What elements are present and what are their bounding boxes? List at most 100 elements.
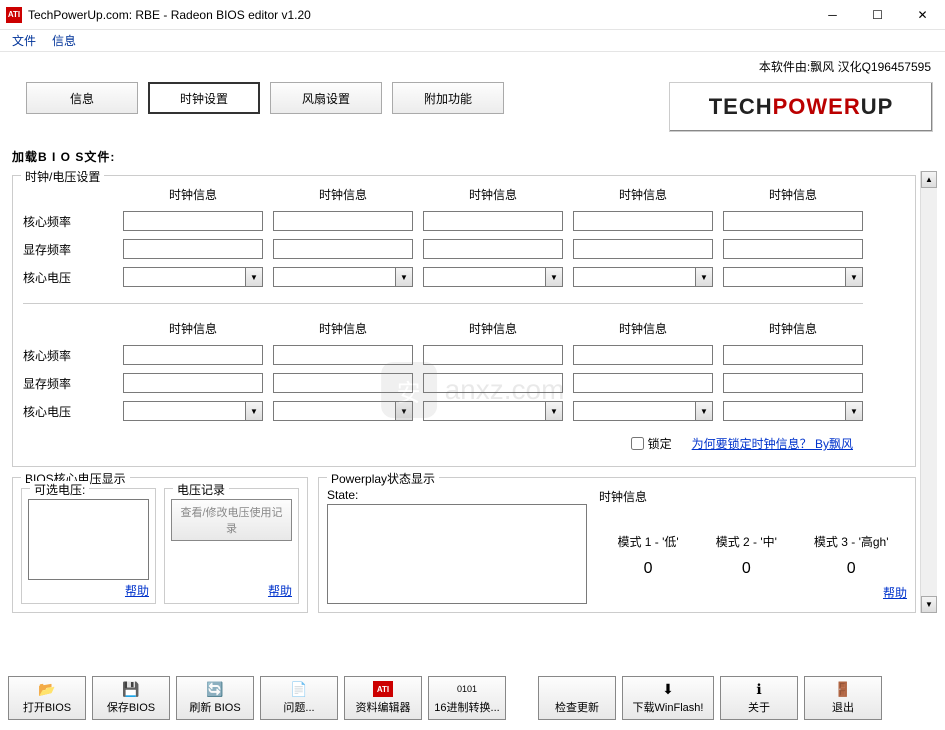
core-input-2[interactable] [273, 211, 413, 231]
row-core-2: 核心频率 [23, 347, 113, 364]
pp-mode2-label: 模式 2 - '中' [716, 533, 777, 550]
binary-icon: 0101 [459, 681, 475, 697]
about-button[interactable]: ℹ关于 [720, 676, 798, 720]
voltage-record-button[interactable]: 查看/修改电压使用记录 [171, 499, 292, 541]
menu-file[interactable]: 文件 [4, 30, 44, 51]
tab-info[interactable]: 信息 [26, 82, 138, 114]
credit-text: 本软件由:飘风 汉化Q196457595 [759, 58, 931, 75]
volt-combo-6[interactable] [123, 401, 246, 421]
chevron-down-icon[interactable]: ▼ [246, 267, 263, 287]
mem-input-5[interactable] [723, 239, 863, 259]
lock-checkbox[interactable]: 锁定 [631, 435, 672, 452]
chevron-down-icon[interactable]: ▼ [546, 267, 563, 287]
folder-open-icon: 📂 [39, 681, 55, 697]
core-input-4[interactable] [573, 211, 713, 231]
maximize-button[interactable]: ☐ [855, 0, 900, 30]
download-winflash-button[interactable]: ⬇下载WinFlash! [622, 676, 714, 720]
save-bios-button[interactable]: 💾保存BIOS [92, 676, 170, 720]
volt-combo-4[interactable] [573, 267, 696, 287]
mem-input-7[interactable] [273, 373, 413, 393]
volt-help-1[interactable]: 帮助 [28, 582, 149, 599]
volt-combo-3[interactable] [423, 267, 546, 287]
flash-bios-button[interactable]: 🔄刷新 BIOS [176, 676, 254, 720]
chevron-down-icon[interactable]: ▼ [696, 267, 713, 287]
download-icon: ⬇ [660, 681, 676, 697]
col-head-3: 时钟信息 [423, 186, 563, 203]
row-mem-2: 显存频率 [23, 375, 113, 392]
chevron-down-icon[interactable]: ▼ [846, 267, 863, 287]
col-head-10: 时钟信息 [723, 320, 863, 337]
clock-group-title: 时钟/电压设置 [21, 168, 104, 185]
core-input-10[interactable] [723, 345, 863, 365]
tab-extra[interactable]: 附加功能 [392, 82, 504, 114]
mem-input-6[interactable] [123, 373, 263, 393]
pp-group-title: Powerplay状态显示 [327, 470, 439, 487]
mem-input-1[interactable] [123, 239, 263, 259]
issue-button[interactable]: 📄问题... [260, 676, 338, 720]
tab-clock[interactable]: 时钟设置 [148, 82, 260, 114]
titlebar: ATI TechPowerUp.com: RBE - Radeon BIOS e… [0, 0, 945, 30]
core-input-5[interactable] [723, 211, 863, 231]
chevron-down-icon[interactable]: ▼ [696, 401, 713, 421]
scroll-up-icon[interactable]: ▲ [921, 171, 937, 188]
mem-input-8[interactable] [423, 373, 563, 393]
chevron-down-icon[interactable]: ▼ [396, 267, 413, 287]
core-input-6[interactable] [123, 345, 263, 365]
hex-convert-button[interactable]: 010116进制转换... [428, 676, 506, 720]
menu-info[interactable]: 信息 [44, 30, 84, 51]
chevron-down-icon[interactable]: ▼ [546, 401, 563, 421]
volt-combo-2[interactable] [273, 267, 396, 287]
chevron-down-icon[interactable]: ▼ [246, 401, 263, 421]
volt-combo-8[interactable] [423, 401, 546, 421]
mem-input-3[interactable] [423, 239, 563, 259]
pp-help[interactable]: 帮助 [599, 584, 907, 601]
vertical-scrollbar[interactable]: ▲ ▼ [920, 171, 937, 613]
volt-combo-1[interactable] [123, 267, 246, 287]
volt-combo-5[interactable] [723, 267, 846, 287]
file-label: 加载B I O S文件: [12, 148, 937, 165]
logo-up: UP [861, 94, 894, 119]
pp-state-label: State: [327, 488, 587, 502]
exit-button[interactable]: 🚪退出 [804, 676, 882, 720]
volt-combo-7[interactable] [273, 401, 396, 421]
data-editor-button[interactable]: ATI资料编辑器 [344, 676, 422, 720]
volt-combo-10[interactable] [723, 401, 846, 421]
pp-mode1-value: 0 [617, 560, 678, 578]
clock-voltage-group: 时钟/电压设置 时钟信息 时钟信息 时钟信息 时钟信息 时钟信息 核心频率 显存… [12, 175, 916, 467]
chevron-down-icon[interactable]: ▼ [396, 401, 413, 421]
lock-help-link[interactable]: 为何要锁定时钟信息？ By飘风 [692, 435, 853, 452]
mem-input-2[interactable] [273, 239, 413, 259]
mem-input-10[interactable] [723, 373, 863, 393]
pp-mode2-value: 0 [716, 560, 777, 578]
core-input-7[interactable] [273, 345, 413, 365]
exit-icon: 🚪 [835, 681, 851, 697]
col-head-4: 时钟信息 [573, 186, 713, 203]
mem-input-9[interactable] [573, 373, 713, 393]
core-input-3[interactable] [423, 211, 563, 231]
app-icon: ATI [6, 7, 22, 23]
minimize-button[interactable]: ─ [810, 0, 855, 30]
row-volt-2: 核心电压 [23, 403, 113, 420]
pp-mode3-label: 模式 3 - '高gh' [814, 533, 889, 550]
core-input-9[interactable] [573, 345, 713, 365]
close-button[interactable]: ✕ [900, 0, 945, 30]
pp-mode1-label: 模式 1 - '低' [617, 533, 678, 550]
refresh-icon: 🔄 [207, 681, 223, 697]
pp-state-list[interactable] [327, 504, 587, 604]
core-input-1[interactable] [123, 211, 263, 231]
lock-label: 锁定 [648, 435, 672, 452]
check-update-button[interactable]: 检查更新 [538, 676, 616, 720]
bottom-toolbar: 📂打开BIOS 💾保存BIOS 🔄刷新 BIOS 📄问题... ATI资料编辑器… [8, 676, 937, 720]
pp-head: 时钟信息 [599, 488, 907, 505]
logo-tech: TECH [709, 94, 773, 119]
volt-help-2[interactable]: 帮助 [171, 582, 292, 599]
mem-input-4[interactable] [573, 239, 713, 259]
col-head-1: 时钟信息 [123, 186, 263, 203]
core-input-8[interactable] [423, 345, 563, 365]
volt-combo-9[interactable] [573, 401, 696, 421]
scroll-down-icon[interactable]: ▼ [921, 596, 937, 613]
tab-fan[interactable]: 风扇设置 [270, 82, 382, 114]
voltage-listbox[interactable] [28, 499, 149, 580]
open-bios-button[interactable]: 📂打开BIOS [8, 676, 86, 720]
chevron-down-icon[interactable]: ▼ [846, 401, 863, 421]
